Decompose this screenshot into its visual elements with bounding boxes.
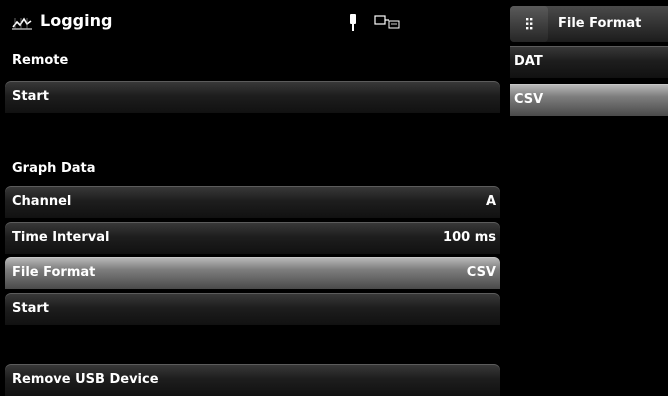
file-format-panel-header: File Format [510, 6, 668, 42]
option-label: CSV [514, 92, 544, 107]
remove-usb-device-label: Remove USB Device [12, 372, 159, 387]
channel-row[interactable]: Channel A [5, 186, 500, 218]
logging-graph-icon [12, 17, 32, 30]
option-label: DAT [514, 54, 543, 69]
remove-usb-device-button[interactable]: Remove USB Device [5, 364, 500, 396]
time-interval-label: Time Interval [12, 230, 110, 245]
file-format-row[interactable]: File Format CSV [5, 257, 500, 289]
remote-section-label: Remote [12, 53, 69, 68]
file-format-option-csv[interactable]: CSV [510, 84, 668, 116]
file-format-label: File Format [12, 265, 96, 280]
file-format-option-dat[interactable]: DAT [510, 46, 668, 78]
graph-data-section-label: Graph Data [12, 161, 96, 176]
remote-connection-icon [374, 15, 400, 29]
channel-value: A [485, 194, 496, 209]
remote-start-button[interactable]: Start [5, 81, 500, 113]
header-bar: Logging [0, 0, 505, 44]
menu-button[interactable] [510, 6, 548, 42]
channel-label: Channel [12, 194, 72, 209]
remote-start-label: Start [12, 89, 49, 104]
grid-menu-icon [526, 18, 533, 30]
file-format-panel-title: File Format [558, 16, 642, 31]
usb-icon [350, 14, 356, 31]
time-interval-value: 100 ms [443, 230, 496, 245]
graph-start-label: Start [12, 301, 49, 316]
graph-start-button[interactable]: Start [5, 293, 500, 325]
time-interval-row[interactable]: Time Interval 100 ms [5, 222, 500, 254]
file-format-value: CSV [466, 265, 496, 280]
page-title: Logging [40, 11, 113, 30]
